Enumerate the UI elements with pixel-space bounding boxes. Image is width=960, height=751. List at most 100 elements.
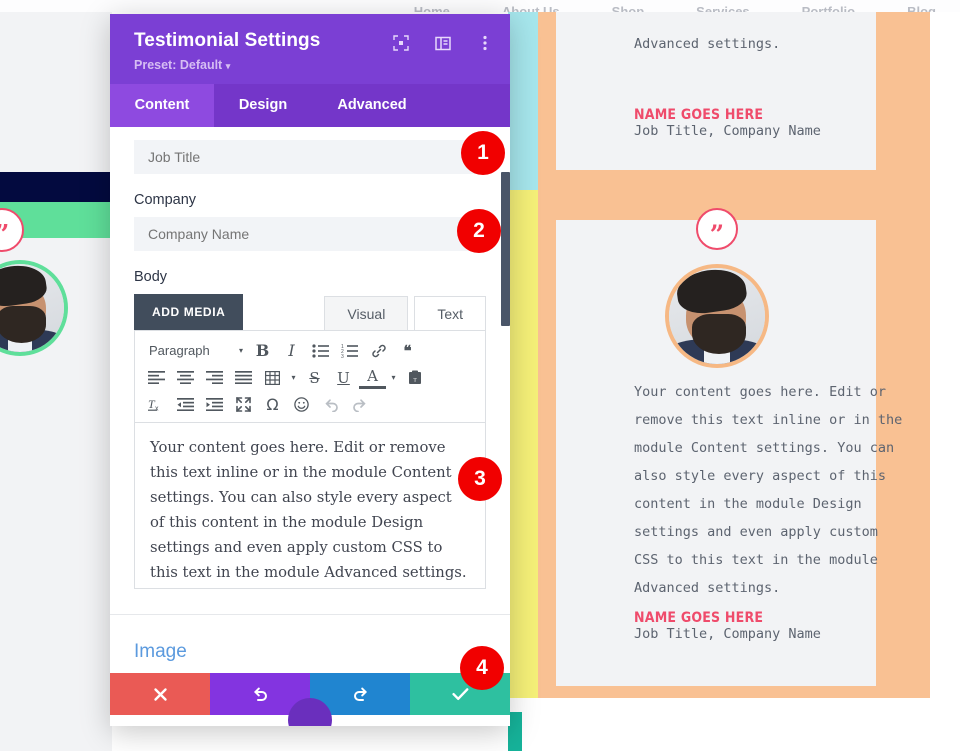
left-avatar [0, 260, 68, 356]
annotation-badge-3: 3 [458, 457, 502, 501]
yellow-band [508, 190, 538, 730]
layout-toggle-icon[interactable] [434, 34, 452, 52]
bold-icon[interactable]: B [249, 338, 276, 364]
nav-item-shop[interactable]: Shop [612, 4, 645, 12]
preset-selector[interactable]: Preset: Default ▾ [134, 58, 490, 72]
numbered-list-icon[interactable]: 123 [336, 338, 363, 364]
right-quote-glyph: ” [709, 219, 725, 249]
company-input[interactable] [134, 217, 486, 251]
align-left-icon[interactable] [143, 365, 170, 391]
image-section[interactable]: Image [110, 614, 510, 663]
special-character-icon[interactable]: Ω [259, 392, 286, 418]
paste-icon[interactable]: T [401, 365, 428, 391]
redo-icon[interactable] [346, 392, 373, 418]
modal-header-icons [392, 34, 494, 52]
toolbar-row-3: Tx Ω [143, 391, 477, 418]
left-avatar-face-icon [0, 264, 64, 352]
indent-icon[interactable] [201, 392, 228, 418]
modal-header: Testimonial Settings Preset: Default ▾ [110, 14, 510, 84]
editor-mode-tabs: Visual Text [324, 296, 486, 330]
fullscreen-icon[interactable] [392, 34, 410, 52]
tab-visual[interactable]: Visual [324, 296, 409, 330]
format-select-label: Paragraph [149, 343, 210, 358]
preset-label: Preset: Default [134, 58, 223, 72]
nav-item-about-us[interactable]: About Us [502, 4, 560, 12]
top-navigation: Home About Us Shop Services Portfolio Bl… [0, 0, 960, 12]
annotation-badge-1: 1 [461, 131, 505, 175]
align-center-icon[interactable] [172, 365, 199, 391]
editor-toolbar: Paragraph ▾ B I 123 ❝ ▾ S U A ▾ T T x Ω [134, 330, 486, 422]
svg-text:3: 3 [341, 354, 344, 358]
editor-top-row: ADD MEDIA Visual Text [134, 294, 486, 330]
emoji-icon[interactable] [288, 392, 315, 418]
nav-item-blog[interactable]: Blog [907, 4, 936, 12]
undo-icon[interactable] [317, 392, 344, 418]
underline-icon[interactable]: U [330, 365, 357, 391]
annotation-badge-4: 4 [460, 646, 504, 690]
teal-accent-band [508, 712, 522, 751]
nav-item-portfolio[interactable]: Portfolio [802, 4, 855, 12]
text-color-icon[interactable]: A [359, 367, 386, 389]
left-navy-band [0, 172, 112, 202]
chevron-down-icon: ▾ [238, 346, 243, 355]
job-title-input[interactable] [134, 140, 486, 174]
right-testimonial-card-top: Advanced settings. NAME GOES HERE Job Ti… [556, 12, 876, 170]
right-card-top-meta: NAME GOES HERE Job Title, Company Name [634, 107, 821, 139]
link-icon[interactable] [365, 338, 392, 364]
svg-text:x: x [155, 406, 159, 413]
strikethrough-icon[interactable]: S [301, 365, 328, 391]
image-section-title: Image [134, 641, 187, 662]
outdent-icon[interactable] [172, 392, 199, 418]
add-media-button[interactable]: ADD MEDIA [134, 294, 244, 330]
modal-body: Company Body ADD MEDIA Visual Text Parag… [110, 127, 510, 673]
company-label: Company [134, 192, 197, 208]
modal-scrollbar[interactable] [501, 172, 510, 326]
annotation-badge-2: 2 [457, 209, 501, 253]
right-card-main-body: Your content goes here. Edit or remove t… [634, 384, 903, 596]
right-quote-icon: ” [696, 208, 738, 250]
blockquote-icon[interactable]: ❝ [394, 338, 421, 364]
right-card-main-subtitle: Job Title, Company Name [634, 626, 821, 642]
toolbar-row-1: Paragraph ▾ B I 123 ❝ [143, 337, 477, 364]
clear-formatting-icon[interactable]: Tx [143, 392, 170, 418]
right-avatar [665, 264, 769, 368]
fullscreen-editor-icon[interactable] [230, 392, 257, 418]
chevron-down-icon[interactable]: ▾ [288, 365, 299, 391]
right-preview-column: Advanced settings. NAME GOES HERE Job Ti… [508, 12, 960, 751]
bottom-white-band [508, 698, 960, 751]
left-card-body: s here. Edit xt inline or ontent n also … [0, 380, 112, 632]
tab-text[interactable]: Text [414, 296, 486, 330]
right-card-top-body: Advanced settings. [634, 36, 781, 52]
format-select[interactable]: Paragraph ▾ [143, 338, 247, 364]
white-gutter [930, 12, 960, 751]
left-quote-glyph: ” [0, 222, 9, 248]
italic-icon[interactable]: I [278, 338, 305, 364]
tab-content[interactable]: Content [110, 84, 214, 127]
editor-content-area[interactable]: Your content goes here. Edit or remove t… [134, 422, 486, 589]
cancel-button[interactable] [110, 673, 210, 715]
left-testimonial-card-top: s. ny Name [0, 12, 112, 172]
screenshot-root: Home About Us Shop Services Portfolio Bl… [0, 0, 960, 751]
nav-item-home[interactable]: Home [414, 4, 450, 12]
testimonial-settings-modal: Testimonial Settings Preset: Default ▾ C… [110, 14, 510, 726]
body-label: Body [134, 269, 168, 285]
cyan-band [508, 12, 538, 190]
tab-design[interactable]: Design [214, 84, 312, 127]
align-justify-icon[interactable] [230, 365, 257, 391]
right-card-top-name: NAME GOES HERE [634, 107, 764, 123]
right-avatar-face-icon [669, 268, 765, 364]
bullet-list-icon[interactable] [307, 338, 334, 364]
right-card-main-meta: NAME GOES HERE Job Title, Company Name [634, 610, 821, 642]
toolbar-row-2: ▾ S U A ▾ T [143, 364, 477, 391]
chevron-down-icon[interactable]: ▾ [388, 365, 399, 391]
more-options-icon[interactable] [476, 34, 494, 52]
align-right-icon[interactable] [201, 365, 228, 391]
chevron-down-icon: ▾ [225, 61, 231, 71]
modal-tab-bar: Content Design Advanced [110, 84, 510, 127]
left-preview-column: s. ny Name ” s here. Edit xt inline or o… [0, 12, 112, 751]
table-icon[interactable] [259, 365, 286, 391]
right-card-top-subtitle: Job Title, Company Name [634, 123, 821, 139]
right-card-main-name: NAME GOES HERE [634, 610, 764, 626]
tab-advanced[interactable]: Advanced [312, 84, 432, 127]
nav-item-services[interactable]: Services [696, 4, 750, 12]
